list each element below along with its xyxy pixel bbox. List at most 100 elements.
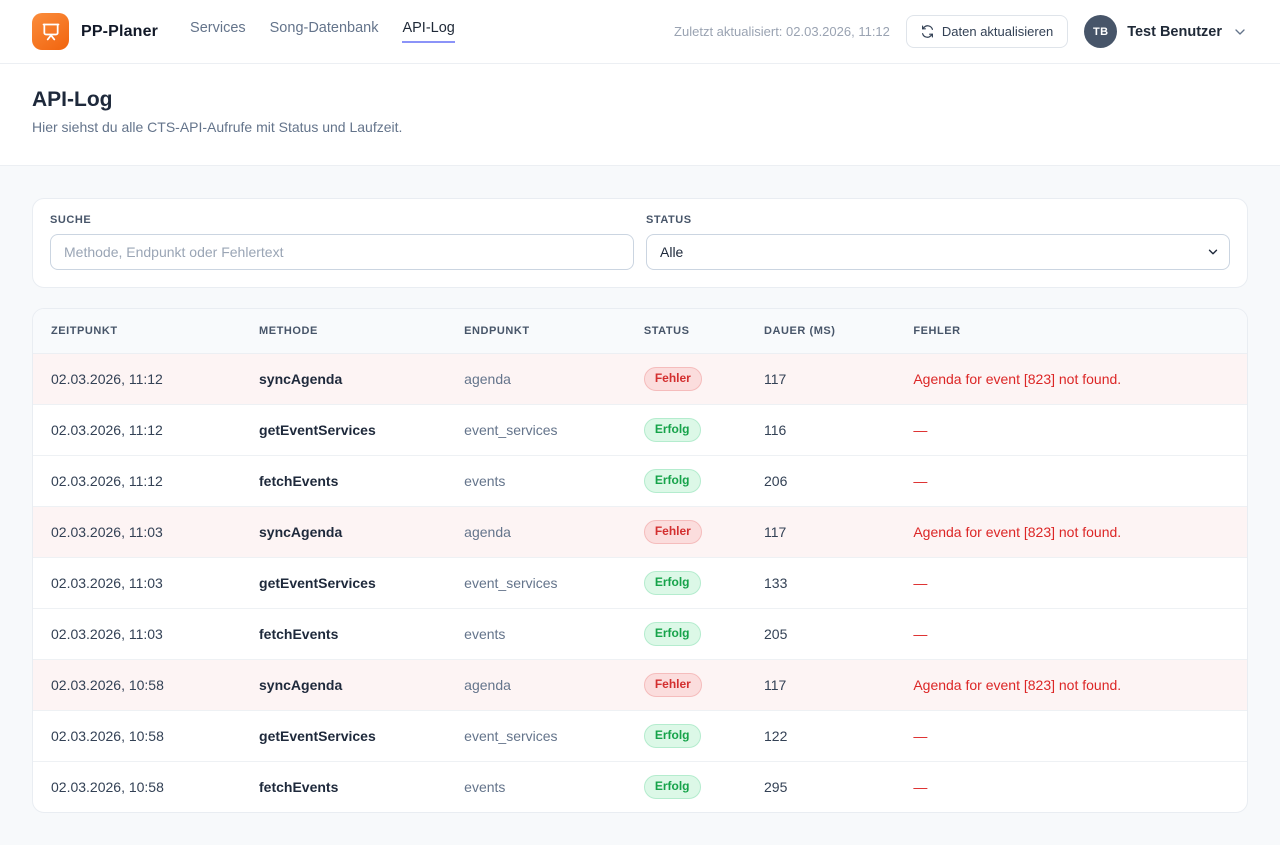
- method-cell: syncAgenda: [243, 660, 448, 711]
- method-cell: fetchEvents: [243, 609, 448, 660]
- endpoint-cell: agenda: [448, 507, 628, 558]
- search-input[interactable]: [50, 234, 634, 270]
- column-header-status: STATUS: [628, 309, 748, 354]
- duration-cell: 117: [748, 660, 897, 711]
- duration-cell: 295: [748, 762, 897, 813]
- table-header-row: ZEITPUNKT METHODE ENDPUNKT STATUS DAUER …: [33, 309, 1247, 354]
- error-message-cell: —: [897, 609, 1247, 660]
- status-cell: Erfolg: [628, 405, 748, 456]
- nav-item-services[interactable]: Services: [190, 20, 246, 43]
- endpoint-cell: event_services: [448, 405, 628, 456]
- column-header-endpunkt: ENDPUNKT: [448, 309, 628, 354]
- endpoint-cell: events: [448, 456, 628, 507]
- status-cell: Erfolg: [628, 762, 748, 813]
- duration-cell: 122: [748, 711, 897, 762]
- nav-item-song-datenbank[interactable]: Song-Datenbank: [270, 20, 379, 43]
- last-updated-text: Zuletzt aktualisiert: 02.03.2026, 11:12: [674, 24, 890, 39]
- status-cell: Fehler: [628, 507, 748, 558]
- method-cell: fetchEvents: [243, 456, 448, 507]
- method-cell: syncAgenda: [243, 507, 448, 558]
- status-badge: Erfolg: [644, 775, 701, 799]
- method-cell: fetchEvents: [243, 762, 448, 813]
- timestamp-cell: 02.03.2026, 11:12: [33, 405, 243, 456]
- refresh-button[interactable]: Daten aktualisieren: [906, 15, 1068, 48]
- method-cell: syncAgenda: [243, 354, 448, 405]
- error-message-cell: Agenda for event [823] not found.: [897, 660, 1247, 711]
- duration-cell: 205: [748, 609, 897, 660]
- status-badge: Erfolg: [644, 724, 701, 748]
- timestamp-cell: 02.03.2026, 11:12: [33, 354, 243, 405]
- status-cell: Erfolg: [628, 711, 748, 762]
- endpoint-cell: events: [448, 609, 628, 660]
- page-subtitle: Hier siehst du alle CTS-API-Aufrufe mit …: [32, 119, 1248, 135]
- status-cell: Fehler: [628, 660, 748, 711]
- duration-cell: 117: [748, 507, 897, 558]
- error-message-cell: Agenda for event [823] not found.: [897, 354, 1247, 405]
- user-menu[interactable]: TB Test Benutzer: [1084, 15, 1248, 48]
- table-row: 02.03.2026, 11:03fetchEventsevents Erfolg…: [33, 609, 1247, 660]
- column-header-dauer: DAUER (MS): [748, 309, 897, 354]
- status-field: STATUS Alle: [646, 214, 1230, 270]
- status-badge: Erfolg: [644, 571, 701, 595]
- status-cell: Erfolg: [628, 558, 748, 609]
- log-table: ZEITPUNKT METHODE ENDPUNKT STATUS DAUER …: [33, 309, 1247, 812]
- log-table-body: 02.03.2026, 11:12syncAgendaagendaFehler1…: [33, 354, 1247, 813]
- avatar: TB: [1084, 15, 1117, 48]
- duration-cell: 206: [748, 456, 897, 507]
- column-header-zeitpunkt: ZEITPUNKT: [33, 309, 243, 354]
- error-message-cell: Agenda for event [823] not found.: [897, 507, 1247, 558]
- status-label: STATUS: [646, 214, 1230, 226]
- status-badge: Fehler: [644, 673, 702, 697]
- navbar-left: PP-Planer Services Song-Datenbank API-Lo…: [32, 13, 455, 50]
- error-message-cell: —: [897, 405, 1247, 456]
- table-row: 02.03.2026, 11:03getEventServicesevent_s…: [33, 558, 1247, 609]
- timestamp-cell: 02.03.2026, 11:03: [33, 507, 243, 558]
- timestamp-cell: 02.03.2026, 11:12: [33, 456, 243, 507]
- error-message-cell: —: [897, 711, 1247, 762]
- endpoint-cell: events: [448, 762, 628, 813]
- column-header-fehler: FEHLER: [897, 309, 1247, 354]
- table-row: 02.03.2026, 10:58getEventServicesevent_s…: [33, 711, 1247, 762]
- filter-card: SUCHE STATUS Alle: [32, 198, 1248, 288]
- table-row: 02.03.2026, 10:58fetchEventsevents Erfolg…: [33, 762, 1247, 813]
- brand-name: PP-Planer: [81, 23, 158, 41]
- timestamp-cell: 02.03.2026, 10:58: [33, 711, 243, 762]
- status-badge: Erfolg: [644, 469, 701, 493]
- search-field: SUCHE: [50, 214, 634, 270]
- chevron-down-icon: [1232, 24, 1248, 40]
- navbar-right: Zuletzt aktualisiert: 02.03.2026, 11:12 …: [674, 15, 1248, 48]
- main-nav: Services Song-Datenbank API-Log: [190, 20, 455, 43]
- status-select[interactable]: Alle: [646, 234, 1230, 270]
- timestamp-cell: 02.03.2026, 11:03: [33, 558, 243, 609]
- page-header: API-Log Hier siehst du alle CTS-API-Aufr…: [0, 64, 1280, 166]
- status-badge: Fehler: [644, 520, 702, 544]
- duration-cell: 116: [748, 405, 897, 456]
- navbar: PP-Planer Services Song-Datenbank API-Lo…: [0, 0, 1280, 64]
- log-table-card: ZEITPUNKT METHODE ENDPUNKT STATUS DAUER …: [32, 308, 1248, 813]
- brand[interactable]: PP-Planer: [32, 13, 158, 50]
- duration-cell: 133: [748, 558, 897, 609]
- refresh-button-label: Daten aktualisieren: [942, 24, 1053, 39]
- page-title: API-Log: [32, 88, 1248, 112]
- table-row: 02.03.2026, 11:12syncAgendaagendaFehler1…: [33, 354, 1247, 405]
- status-cell: Erfolg: [628, 456, 748, 507]
- status-cell: Fehler: [628, 354, 748, 405]
- endpoint-cell: agenda: [448, 354, 628, 405]
- error-message-cell: —: [897, 762, 1247, 813]
- table-row: 02.03.2026, 10:58syncAgendaagenda Fehler 1…: [33, 660, 1247, 711]
- table-row: 02.03.2026, 11:12getEventServicesevent_s…: [33, 405, 1247, 456]
- endpoint-cell: agenda: [448, 660, 628, 711]
- status-badge: Erfolg: [644, 418, 701, 442]
- timestamp-cell: 02.03.2026, 11:03: [33, 609, 243, 660]
- endpoint-cell: event_services: [448, 558, 628, 609]
- app-logo-icon: [32, 13, 69, 50]
- timestamp-cell: 02.03.2026, 10:58: [33, 660, 243, 711]
- status-badge: Erfolg: [644, 622, 701, 646]
- nav-item-api-log[interactable]: API-Log: [402, 20, 454, 43]
- search-label: SUCHE: [50, 214, 634, 226]
- endpoint-cell: event_services: [448, 711, 628, 762]
- status-badge: Fehler: [644, 367, 702, 391]
- timestamp-cell: 02.03.2026, 10:58: [33, 762, 243, 813]
- error-message-cell: —: [897, 558, 1247, 609]
- column-header-methode: METHODE: [243, 309, 448, 354]
